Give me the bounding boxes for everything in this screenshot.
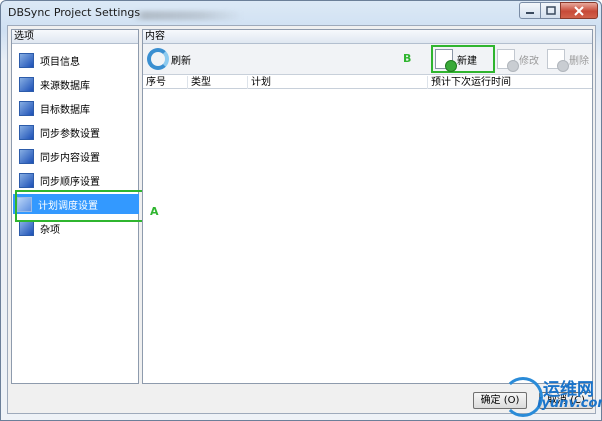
nav-item-label: 同步内容设置 <box>40 152 100 164</box>
blurred-background-text <box>133 11 243 20</box>
content-panel-header: 内容 <box>143 30 592 44</box>
nav-item-source-db[interactable]: 来源数据库 <box>15 74 136 94</box>
watermark-logo: 运维网 iyunv.com <box>503 373 602 421</box>
edit-document-icon <box>497 49 519 72</box>
minimize-button[interactable] <box>519 2 541 19</box>
window-title: DBSync Project Settings <box>8 6 141 19</box>
dialog-client-area: 选项 项目信息 来源数据库 目标数据库 同步参数设置 同步内容设置 同步顺序设置… <box>7 25 596 414</box>
sync-content-icon <box>19 148 34 164</box>
new-button[interactable]: 新建 <box>435 47 495 72</box>
schedule-table-header: 序号 类型 计划 预计下次运行时间 <box>143 76 592 89</box>
nav-item-label: 杂项 <box>40 224 60 236</box>
nav-item-project-info[interactable]: 项目信息 <box>15 50 136 70</box>
refresh-label: 刷新 <box>171 55 191 67</box>
refresh-icon <box>147 48 169 70</box>
misc-icon <box>19 220 34 236</box>
close-icon <box>574 5 584 16</box>
nav-item-misc[interactable]: 杂项 <box>15 218 136 238</box>
maximize-icon <box>545 6 556 15</box>
project-info-icon <box>19 52 34 68</box>
watermark-url: iyunv.com <box>537 396 602 411</box>
annotation-label-a: A <box>150 205 159 218</box>
annotation-label-b: B <box>403 52 412 65</box>
close-button[interactable] <box>560 2 598 19</box>
content-toolbar: 刷新 新建 修改 删除 <box>143 44 592 75</box>
refresh-button[interactable]: 刷新 <box>147 47 191 71</box>
column-header-type[interactable]: 类型 <box>188 76 248 89</box>
nav-item-target-db[interactable]: 目标数据库 <box>15 98 136 118</box>
delete-button[interactable]: 删除 <box>547 47 589 72</box>
delete-document-icon <box>547 49 569 72</box>
minimize-icon <box>526 11 534 14</box>
column-header-index[interactable]: 序号 <box>143 76 188 89</box>
edit-label: 修改 <box>519 55 539 67</box>
edit-button[interactable]: 修改 <box>497 47 539 72</box>
settings-window: DBSync Project Settings 选项 项目信息 来源数据库 目标… <box>0 0 602 421</box>
nav-item-label: 来源数据库 <box>40 80 90 92</box>
new-document-icon <box>435 49 457 72</box>
nav-item-label: 同步参数设置 <box>40 128 100 140</box>
maximize-button[interactable] <box>540 2 561 19</box>
column-header-next-run[interactable]: 预计下次运行时间 <box>428 76 592 89</box>
nav-item-sync-order[interactable]: 同步顺序设置 <box>15 170 136 190</box>
schedule-icon <box>17 196 32 212</box>
column-header-plan[interactable]: 计划 <box>248 76 428 89</box>
nav-item-label: 目标数据库 <box>40 104 90 116</box>
sync-params-icon <box>19 124 34 140</box>
options-panel-header: 选项 <box>12 30 138 44</box>
delete-label: 删除 <box>569 55 589 67</box>
source-db-icon <box>19 76 34 92</box>
sync-order-icon <box>19 172 34 188</box>
title-bar[interactable]: DBSync Project Settings <box>1 1 601 23</box>
nav-item-label: 计划调度设置 <box>38 200 98 212</box>
nav-item-sync-params[interactable]: 同步参数设置 <box>15 122 136 142</box>
target-db-icon <box>19 100 34 116</box>
nav-item-label: 同步顺序设置 <box>40 176 100 188</box>
content-panel: 内容 刷新 新建 修改 删除 序号 类型 计划 预计下次运行时间 <box>142 29 593 384</box>
nav-item-sync-content[interactable]: 同步内容设置 <box>15 146 136 166</box>
nav-item-schedule[interactable]: 计划调度设置 <box>13 194 139 214</box>
options-panel: 选项 项目信息 来源数据库 目标数据库 同步参数设置 同步内容设置 同步顺序设置… <box>11 29 145 384</box>
nav-item-label: 项目信息 <box>40 56 80 68</box>
new-label: 新建 <box>457 55 477 67</box>
